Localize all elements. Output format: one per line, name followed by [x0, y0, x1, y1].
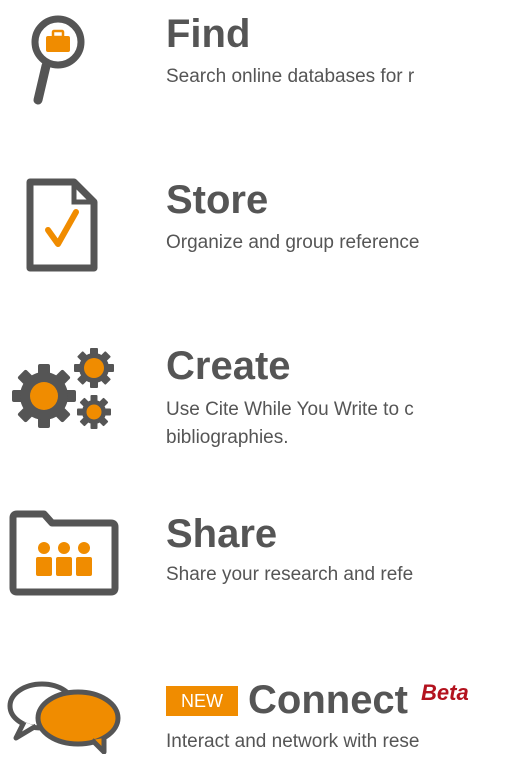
- store-description: Organize and group reference: [166, 232, 420, 253]
- document-check-icon: [26, 178, 98, 272]
- folder-people-icon: [9, 510, 119, 596]
- store-title[interactable]: Store: [166, 178, 268, 222]
- find-description: Search online databases for r: [166, 66, 415, 87]
- magnifier-briefcase-icon: [31, 15, 85, 105]
- connect-title[interactable]: Connect: [248, 678, 408, 722]
- new-badge: NEW: [166, 686, 238, 716]
- create-description-line1: Use Cite While You Write to c: [166, 399, 414, 420]
- connect-description: Interact and network with rese: [166, 731, 420, 752]
- gears-icon: [12, 348, 114, 429]
- create-title[interactable]: Create: [166, 344, 291, 388]
- chat-bubbles-icon: [7, 681, 121, 754]
- create-description-line2: bibliographies.: [166, 427, 289, 448]
- share-description: Share your research and refe: [166, 564, 414, 585]
- share-title[interactable]: Share: [166, 512, 277, 556]
- beta-label: Beta: [421, 680, 469, 705]
- find-title[interactable]: Find: [166, 12, 250, 56]
